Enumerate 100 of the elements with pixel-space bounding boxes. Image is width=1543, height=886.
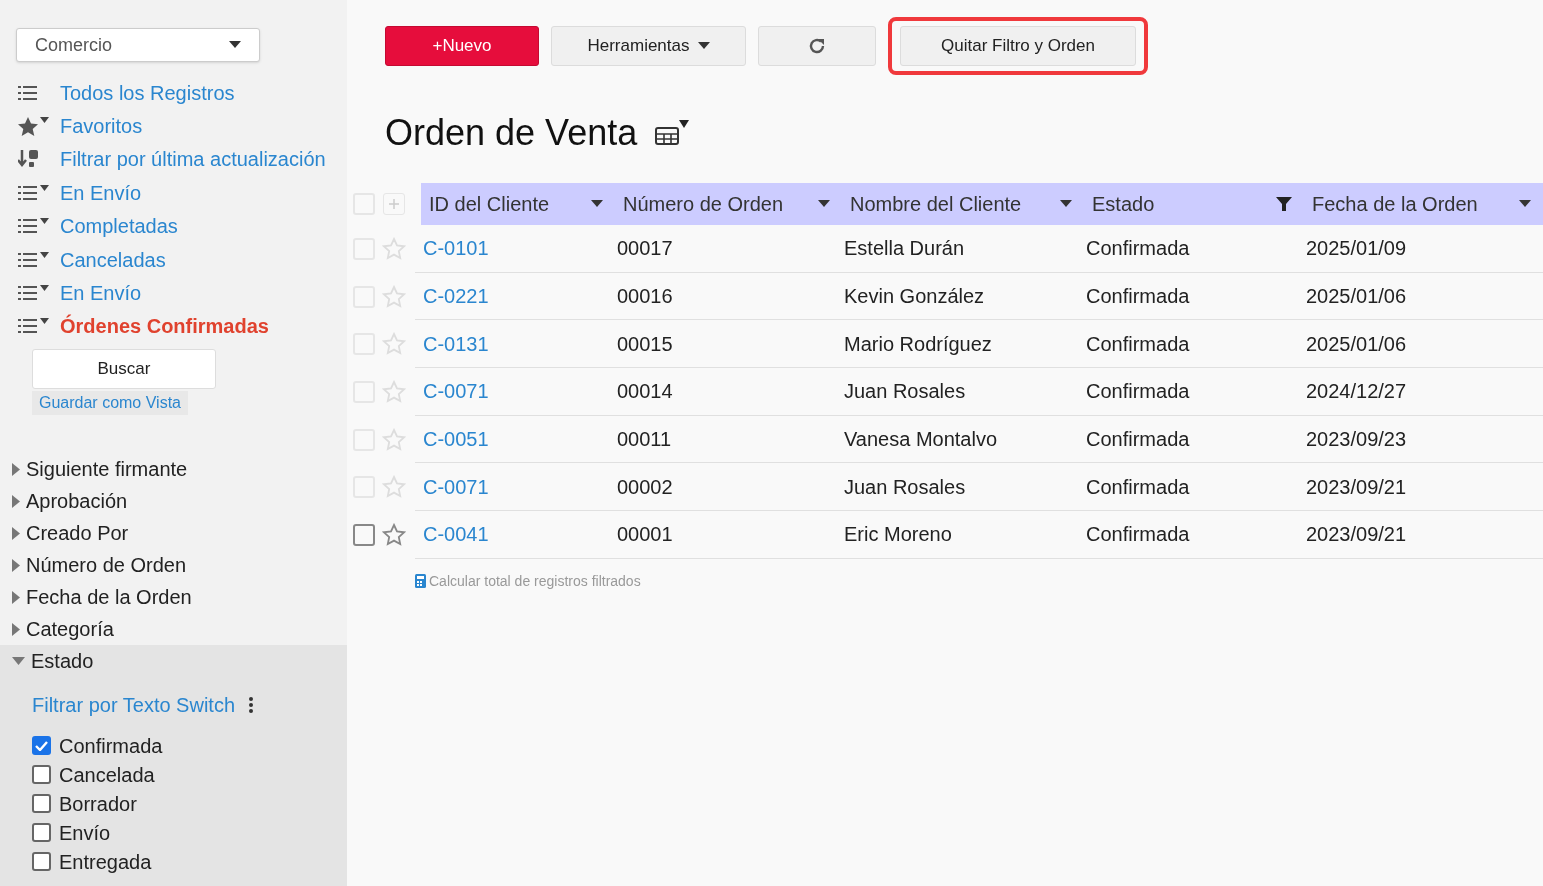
column-header[interactable]: Número de Orden	[615, 183, 842, 225]
table-cell: 2025/01/06	[1306, 285, 1407, 308]
caret-icon	[1519, 200, 1531, 208]
table-cell: 00014	[617, 380, 673, 403]
customer-id-link[interactable]: C-0221	[423, 285, 489, 308]
new-button[interactable]: +Nuevo	[385, 25, 539, 66]
option-label: Borrador	[59, 791, 137, 817]
table-cell: Kevin González	[844, 285, 985, 308]
more-options-icon[interactable]	[249, 697, 254, 714]
table-cell: Confirmada	[1086, 428, 1190, 451]
table-cell: Vanesa Montalvo	[844, 428, 998, 451]
filter-mode-link[interactable]: Filtrar por Texto Switch	[32, 690, 236, 721]
checkmark-icon	[35, 740, 48, 751]
sort-icon	[18, 149, 40, 170]
view-item[interactable]: Favoritos	[18, 109, 347, 143]
app-selector[interactable]: Comercio	[16, 28, 260, 62]
list-filter-icon	[18, 217, 50, 236]
list-filter-icon	[18, 317, 50, 336]
collapsed-triangle-icon	[12, 558, 20, 572]
table-cell: 00002	[617, 475, 673, 498]
collapsed-triangle-icon	[12, 622, 20, 636]
star-filter-icon	[18, 116, 50, 137]
add-column-button[interactable]	[383, 193, 405, 215]
row-checkbox[interactable]	[353, 523, 375, 546]
caret-icon	[697, 41, 710, 50]
star-icon[interactable]	[382, 522, 406, 547]
filter-group-toggle[interactable]: Creado Por	[0, 517, 347, 550]
view-item[interactable]: Canceladas	[18, 242, 347, 277]
filter-group-toggle[interactable]: Estado	[0, 645, 347, 678]
table-cell: Mario Rodríguez	[844, 332, 992, 355]
table-cell: Confirmada	[1086, 332, 1190, 355]
calculate-total-link[interactable]: Calcular total de registros filtrados	[429, 570, 641, 592]
filter-group-toggle[interactable]: Fecha de la Orden	[0, 581, 347, 614]
collapsed-triangle-icon	[12, 494, 20, 508]
checkbox[interactable]	[32, 794, 51, 814]
view-item[interactable]: Órdenes Confirmadas	[18, 309, 347, 344]
table-cell: Confirmada	[1086, 475, 1190, 498]
expanded-triangle-icon	[12, 657, 25, 666]
customer-id-link[interactable]: C-0051	[423, 428, 489, 451]
page-title: Orden de Venta	[385, 111, 638, 155]
customer-id-link[interactable]: C-0131	[423, 332, 489, 355]
customer-id-link[interactable]: C-0101	[423, 237, 489, 260]
table-cell: Confirmada	[1086, 237, 1190, 260]
caret-icon	[1060, 200, 1072, 208]
list-icon	[18, 83, 38, 102]
column-header[interactable]: Fecha de la Orden	[1304, 183, 1543, 225]
table-cell: 2025/01/06	[1306, 332, 1407, 355]
option-label: Envío	[59, 820, 111, 846]
table-cell: 00011	[617, 428, 672, 451]
collapsed-triangle-icon	[12, 526, 20, 540]
column-header[interactable]: Estado	[1084, 183, 1304, 225]
checkbox[interactable]	[32, 736, 51, 756]
customer-id-link[interactable]: C-0071	[423, 380, 489, 403]
search-button[interactable]: Buscar	[32, 349, 216, 390]
list-filter-icon	[18, 183, 50, 202]
option-label: Entregada	[59, 849, 152, 875]
filter-group-toggle[interactable]: Aprobación	[0, 485, 347, 518]
customer-id-link[interactable]: C-0071	[423, 475, 489, 498]
checkbox[interactable]	[32, 852, 51, 872]
table-cell: Eric Moreno	[844, 523, 952, 546]
collapsed-triangle-icon	[12, 590, 20, 604]
caret-icon	[591, 200, 603, 208]
table-cell: Confirmada	[1086, 285, 1190, 308]
table-cell: 2023/09/21	[1306, 475, 1407, 498]
table-cell: Juan Rosales	[844, 380, 966, 403]
refresh-button[interactable]	[758, 25, 876, 66]
customer-id-link[interactable]: C-0041	[423, 523, 489, 546]
table-view-menu-icon[interactable]	[655, 120, 692, 146]
tools-menu-button[interactable]: Herramientas	[551, 25, 746, 66]
table-cell: 00016	[617, 285, 673, 308]
list-filter-icon	[18, 250, 50, 269]
table-cell: 2023/09/21	[1306, 523, 1407, 546]
table-cell: 2023/09/23	[1306, 428, 1407, 451]
view-item[interactable]: En Envío	[18, 176, 347, 210]
view-item[interactable]: Completadas	[18, 209, 347, 243]
view-item[interactable]: Filtrar por última actualización	[18, 142, 347, 177]
save-view-link[interactable]: Guardar como Vista	[32, 391, 188, 416]
clear-filter-button[interactable]: Quitar Filtro y Orden	[900, 25, 1136, 66]
table-cell: Confirmada	[1086, 523, 1190, 546]
view-item[interactable]: Todos los Registros	[18, 76, 347, 110]
checkbox[interactable]	[32, 823, 51, 843]
filter-icon	[1276, 197, 1292, 211]
option-label: Cancelada	[59, 762, 155, 788]
filter-group-toggle[interactable]: Número de Orden	[0, 549, 347, 582]
table-cell: Confirmada	[1086, 380, 1190, 403]
filter-group-toggle[interactable]: Categoría	[0, 613, 347, 646]
option-label: Confirmada	[59, 733, 163, 759]
caret-icon	[229, 41, 241, 49]
plus-icon	[389, 199, 399, 209]
filter-group-toggle[interactable]: Siguiente firmante	[0, 453, 347, 486]
column-header[interactable]: ID del Cliente	[421, 183, 615, 225]
table-cell: 00015	[617, 332, 673, 355]
column-header[interactable]: Nombre del Cliente	[842, 183, 1084, 225]
table-cell: 2025/01/09	[1306, 237, 1407, 260]
checkbox[interactable]	[32, 765, 51, 785]
calculator-icon	[415, 574, 426, 589]
table-cell: 2024/12/27	[1306, 380, 1407, 403]
view-item[interactable]: En Envío	[18, 276, 347, 310]
table-cell: Juan Rosales	[844, 475, 966, 498]
list-filter-icon	[18, 284, 50, 303]
